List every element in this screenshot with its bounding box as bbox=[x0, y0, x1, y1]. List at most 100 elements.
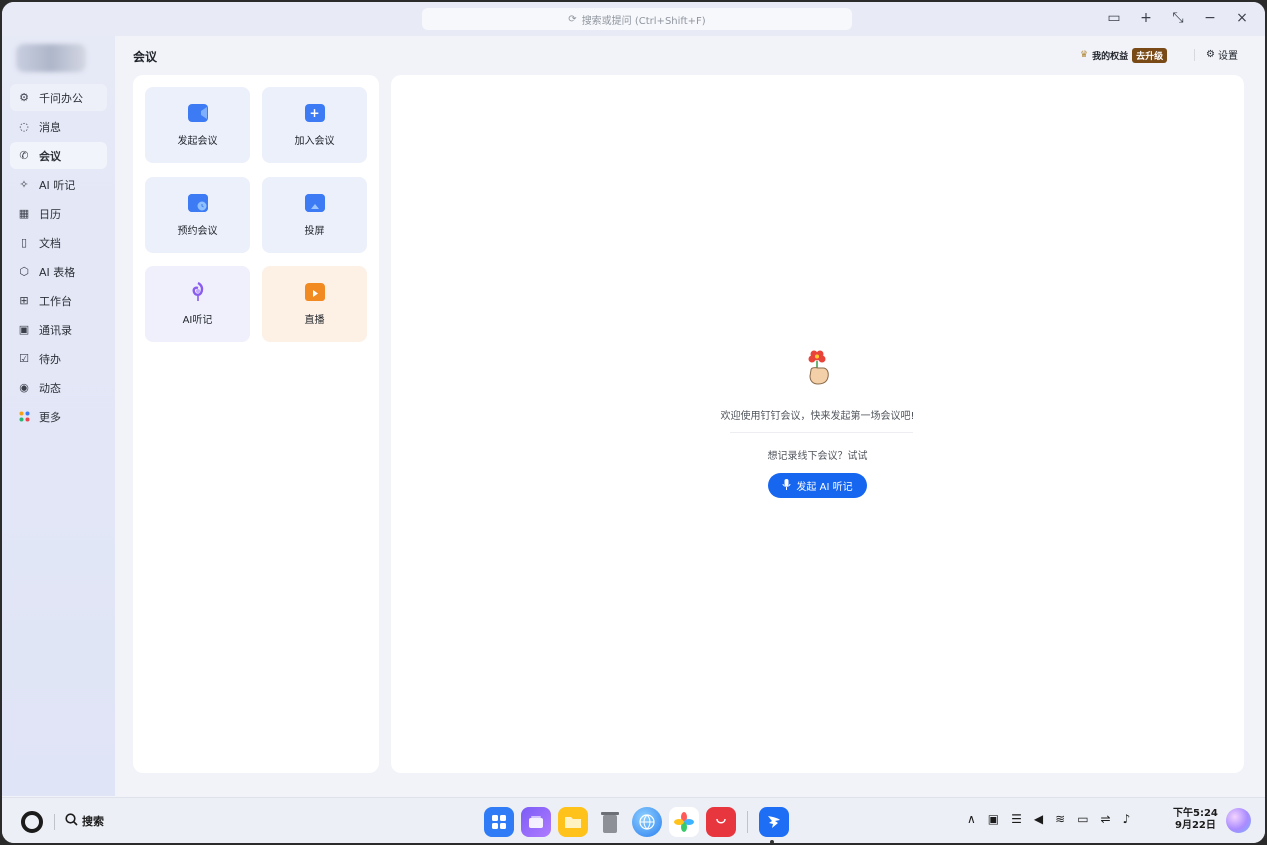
sidebar-item-contacts[interactable]: ▣ 通讯录 bbox=[10, 316, 107, 343]
notes-icon[interactable]: ☰ bbox=[1011, 812, 1022, 826]
phone-icon: ✆ bbox=[19, 149, 29, 162]
collapse-icon[interactable]: ⤡ bbox=[1169, 9, 1187, 27]
close-icon[interactable]: × bbox=[1233, 9, 1251, 27]
video-icon bbox=[187, 103, 208, 122]
global-search-input[interactable]: ⟳ 搜索或提问 (Ctrl+Shift+F) bbox=[422, 8, 852, 30]
sidebar-item-qianwen[interactable]: ⚙ 千问办公 bbox=[10, 84, 107, 111]
tile-label: 投屏 bbox=[304, 225, 325, 237]
sidebar-item-label: AI 表格 bbox=[39, 265, 76, 279]
control-center-icon[interactable]: ⇌ bbox=[1101, 812, 1111, 826]
start-button[interactable] bbox=[21, 811, 43, 833]
plus-icon: + bbox=[304, 103, 325, 122]
rights-label: 我的权益 bbox=[1092, 51, 1129, 62]
tile-label: 发起会议 bbox=[177, 135, 218, 147]
chevron-up-icon[interactable]: ∧ bbox=[967, 812, 976, 826]
checkbox-icon: ☑ bbox=[19, 352, 29, 365]
sidebar: ⚙ 千问办公 ◌ 消息 ✆ 会议 ✧ AI 听记 ▦ 日历 ▯ 文档 ⬡ AI … bbox=[2, 36, 115, 796]
app-window: ⟳ 搜索或提问 (Ctrl+Shift+F) ▭ + ⤡ − × ⚙ 千问办公 … bbox=[0, 0, 1267, 845]
sidebar-item-meetings[interactable]: ✆ 会议 bbox=[10, 142, 107, 169]
sidebar-item-label: 日历 bbox=[39, 207, 61, 221]
start-meeting-tile[interactable]: 发起会议 bbox=[145, 87, 250, 163]
flower-hand-icon bbox=[805, 350, 833, 392]
running-indicator bbox=[770, 840, 774, 843]
ai-mic-icon bbox=[188, 281, 208, 301]
notification-bell-icon[interactable]: ♪ bbox=[1123, 812, 1131, 826]
sidebar-item-label: 动态 bbox=[39, 381, 61, 395]
meeting-empty-state: 欢迎使用钉钉会议，快来发起第一场会议吧! 想记录线下会议？试试 发起 AI 听记 bbox=[391, 75, 1244, 773]
sidebar-item-ai-sheets[interactable]: ⬡ AI 表格 bbox=[10, 258, 107, 285]
wifi-icon[interactable]: ≋ bbox=[1055, 812, 1065, 826]
dots-icon bbox=[18, 411, 30, 423]
start-ai-notes-button[interactable]: 发起 AI 听记 bbox=[768, 473, 867, 498]
ai-mic-icon: ✧ bbox=[19, 178, 29, 191]
gear-icon: ⚙ bbox=[1206, 49, 1215, 60]
sidebar-item-calendar[interactable]: ▦ 日历 bbox=[10, 200, 107, 227]
multitask-icon[interactable] bbox=[521, 807, 551, 837]
app-gallery-icon[interactable] bbox=[706, 807, 736, 837]
crown-icon: ♛ bbox=[1080, 50, 1089, 60]
sidebar-nav: ⚙ 千问办公 ◌ 消息 ✆ 会议 ✧ AI 听记 ▦ 日历 ▯ 文档 ⬡ AI … bbox=[10, 84, 107, 432]
header-divider bbox=[1194, 49, 1195, 61]
sidebar-item-label: 会议 bbox=[39, 149, 61, 163]
app-grid-icon[interactable] bbox=[484, 807, 514, 837]
schedule-meeting-tile[interactable]: 预约会议 bbox=[145, 177, 250, 253]
settings-label: 设置 bbox=[1217, 51, 1238, 62]
welcome-text: 欢迎使用钉钉会议，快来发起第一场会议吧! bbox=[720, 411, 915, 422]
grid-icon: ⊞ bbox=[19, 294, 29, 307]
screen-cast-tile[interactable]: 投屏 bbox=[262, 177, 367, 253]
avatar[interactable] bbox=[16, 44, 86, 72]
clock-time: 下午5:24 bbox=[1173, 808, 1218, 819]
sidebar-item-docs[interactable]: ▯ 文档 bbox=[10, 229, 107, 256]
sidebar-item-todo[interactable]: ☑ 待办 bbox=[10, 345, 107, 372]
taskbar-search-button[interactable]: 搜索 bbox=[65, 813, 104, 829]
add-icon[interactable]: + bbox=[1137, 9, 1155, 27]
battery-icon[interactable]: ▭ bbox=[1077, 812, 1088, 826]
assistant-orb-icon[interactable] bbox=[1226, 808, 1251, 833]
eye-icon: ◉ bbox=[19, 381, 29, 394]
minimize-icon[interactable]: − bbox=[1201, 9, 1219, 27]
join-meeting-tile[interactable]: + 加入会议 bbox=[262, 87, 367, 163]
live-stream-tile[interactable]: 直播 bbox=[262, 266, 367, 342]
taskbar-divider bbox=[54, 814, 55, 830]
sidebar-item-label: 文档 bbox=[39, 236, 61, 250]
tv-play-icon bbox=[304, 282, 325, 301]
meeting-actions-panel: 发起会议 + 加入会议 预约会议 投屏 AI听记 直播 bbox=[133, 75, 379, 773]
screen-share-icon[interactable]: ▭ bbox=[1105, 9, 1123, 27]
title-bar: ⟳ 搜索或提问 (Ctrl+Shift+F) ▭ + ⤡ − × bbox=[2, 2, 1265, 36]
sidebar-item-more[interactable]: 更多 bbox=[10, 403, 107, 430]
clock[interactable]: 下午5:24 9月22日 bbox=[1173, 808, 1218, 832]
input-method-icon[interactable]: ▣ bbox=[988, 812, 999, 826]
tile-label: 加入会议 bbox=[294, 135, 335, 147]
photos-icon[interactable] bbox=[669, 807, 699, 837]
tile-label: 预约会议 bbox=[177, 225, 218, 237]
sidebar-item-label: 更多 bbox=[39, 410, 61, 424]
hexagon-icon: ⬡ bbox=[19, 265, 29, 278]
contacts-icon: ▣ bbox=[18, 323, 30, 336]
dock-divider bbox=[747, 811, 748, 833]
document-icon: ▯ bbox=[20, 236, 28, 249]
sidebar-item-messages[interactable]: ◌ 消息 bbox=[10, 113, 107, 140]
volume-icon[interactable]: ◀ bbox=[1034, 812, 1043, 826]
taskbar-search-label: 搜索 bbox=[82, 815, 104, 828]
sidebar-item-ai-notes[interactable]: ✧ AI 听记 bbox=[10, 171, 107, 198]
rights-button[interactable]: ♛ 我的权益 去升级 bbox=[1080, 47, 1168, 63]
sidebar-item-label: AI 听记 bbox=[39, 178, 76, 192]
sidebar-item-label: 千问办公 bbox=[39, 91, 83, 105]
hint-text: 想记录线下会议？试试 bbox=[767, 451, 868, 462]
trash-icon[interactable] bbox=[595, 807, 625, 837]
sidebar-item-label: 工作台 bbox=[39, 294, 72, 308]
ai-notes-tile[interactable]: AI听记 bbox=[145, 266, 250, 342]
search-icon: ⟳ bbox=[568, 13, 577, 25]
calendar-icon: ▦ bbox=[18, 207, 30, 220]
system-tray: ∧ ▣ ☰ ◀ ≋ ▭ ⇌ ♪ bbox=[967, 812, 1130, 826]
dingtalk-icon[interactable] bbox=[759, 807, 789, 837]
sidebar-item-workbench[interactable]: ⊞ 工作台 bbox=[10, 287, 107, 314]
sidebar-item-activity[interactable]: ◉ 动态 bbox=[10, 374, 107, 401]
chat-icon: ◌ bbox=[19, 120, 29, 133]
upgrade-badge[interactable]: 去升级 bbox=[1132, 47, 1168, 63]
settings-button[interactable]: ⚙ 设置 bbox=[1206, 47, 1238, 62]
taskbar: 搜索 ∧ ▣ ☰ ◀ ≋ ▭ ⇌ ♪ 下午5:24 9月22日 bbox=[2, 797, 1265, 843]
dock bbox=[484, 807, 789, 837]
browser-icon[interactable] bbox=[632, 807, 662, 837]
folder-icon[interactable] bbox=[558, 807, 588, 837]
